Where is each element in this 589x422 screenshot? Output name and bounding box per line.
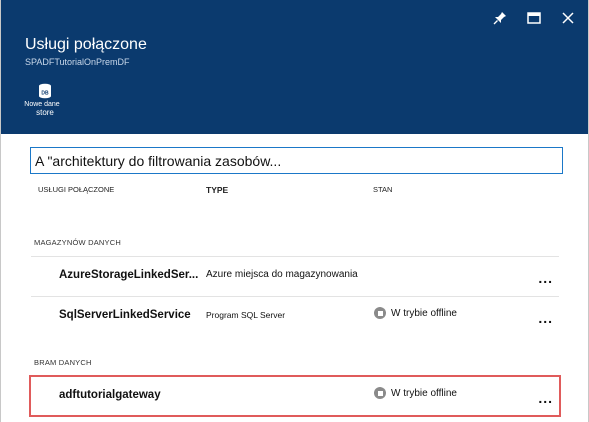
svg-text:DB: DB [41, 91, 49, 97]
blade-header: Usługi połączone SPADFTutorialOnPremDF D… [1, 0, 588, 134]
pin-icon[interactable] [490, 8, 510, 28]
more-options-button[interactable]: ... [538, 310, 553, 326]
column-header-type: TYPE [206, 185, 229, 195]
column-header-status: STAN [373, 185, 393, 194]
list-item-azure-storage[interactable]: AzureStorageLinkedSer... Azure miejsca d… [31, 256, 559, 297]
close-icon[interactable] [558, 8, 578, 28]
list-item-sql-server[interactable]: SqlServerLinkedService Program SQL Serve… [31, 296, 559, 337]
selection-highlight [29, 375, 561, 417]
linked-service-type: Azure miejsca do magazynowania [206, 269, 358, 280]
window-controls [490, 8, 578, 28]
more-options-button[interactable]: ... [538, 270, 553, 286]
section-data-gateways: BRAM DANYCH [34, 358, 92, 367]
new-data-store-label-2: store [36, 108, 54, 117]
blade-subtitle: SPADFTutorialOnPremDF [25, 57, 130, 67]
new-data-store-label-1: Nowe dane [24, 101, 60, 108]
new-data-store-button[interactable]: DB Nowe dane store [24, 83, 63, 117]
linked-service-type: Program SQL Server [206, 310, 286, 320]
offline-status-icon [374, 307, 386, 319]
filter-input[interactable] [30, 147, 563, 174]
section-data-stores: MAGAZYNÓW DANYCH [34, 238, 121, 247]
status: W trybie offline [374, 307, 457, 319]
column-header-name: USŁUGI POŁĄCZONE [38, 185, 115, 194]
status-label: W trybie offline [391, 307, 457, 319]
database-icon: DB [39, 83, 51, 99]
linked-service-name: AzureStorageLinkedSer... [59, 269, 199, 281]
linked-service-name: SqlServerLinkedService [59, 309, 191, 321]
linked-services-blade: Usługi połączone SPADFTutorialOnPremDF D… [0, 0, 589, 422]
blade-title: Usługi połączone [25, 36, 147, 53]
maximize-icon[interactable] [524, 8, 544, 28]
